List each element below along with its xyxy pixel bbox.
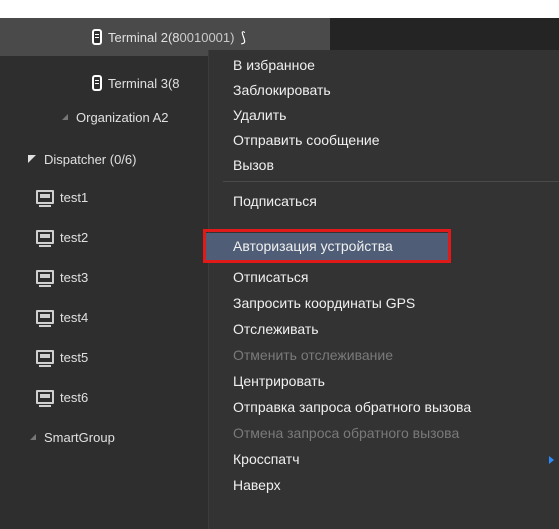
collapsed-triangle-icon[interactable]	[62, 114, 68, 120]
menu-item-center[interactable]: Центрировать	[209, 370, 559, 394]
collapsed-triangle-icon[interactable]	[30, 434, 36, 440]
menu-item-call[interactable]: Вызов	[209, 154, 559, 178]
submenu-arrow-icon	[549, 456, 554, 464]
tree-item-label: test1	[60, 189, 89, 205]
menu-item-block[interactable]: Заблокировать	[209, 79, 559, 103]
annotation-highlight-box	[203, 229, 451, 263]
menu-item-request-gps[interactable]: Запросить координаты GPS	[209, 292, 559, 316]
menu-item-label: Отправка запроса обратного вызова	[233, 399, 472, 415]
tree-item-label: test4	[60, 309, 89, 325]
tree-item-label: Terminal 2(8	[108, 29, 180, 45]
pc-icon	[36, 190, 54, 207]
menu-separator	[223, 181, 559, 182]
menu-item-label: Отправить сообщение	[233, 132, 380, 148]
menu-item-label: Удалить	[233, 107, 287, 123]
menu-item-label: Отписаться	[233, 269, 309, 285]
menu-item-label: Кросспатч	[233, 451, 300, 467]
pc-icon	[36, 270, 54, 287]
menu-item-label: В избранное	[233, 57, 315, 73]
phone-icon	[92, 75, 102, 91]
menu-item-delete[interactable]: Удалить	[209, 104, 559, 128]
menu-item-label: Заблокировать	[233, 82, 331, 98]
tree-item-label: Organization A2	[76, 109, 169, 125]
tree-item-label: Terminal 3(8	[108, 75, 180, 91]
menu-item-subscribe[interactable]: Подписаться	[209, 190, 559, 214]
menu-item-add-favorite[interactable]: В избранное	[209, 54, 559, 78]
pc-icon	[36, 350, 54, 367]
menu-item-label: Подписаться	[233, 193, 317, 209]
pc-icon	[36, 390, 54, 407]
menu-item-crosspatch[interactable]: Кросспатч	[209, 448, 559, 472]
tree-item-label: test3	[60, 269, 89, 285]
menu-item-label: Наверх	[233, 477, 281, 493]
rss-icon: ⟆	[240, 28, 246, 45]
menu-item-label: Отслеживать	[233, 321, 319, 337]
menu-item-track[interactable]: Отслеживать	[209, 318, 559, 342]
top-band	[0, 0, 559, 18]
menu-item-cancel-tracking[interactable]: Отменить отслеживание	[209, 344, 559, 368]
menu-item-label: Отменить отслеживание	[233, 347, 393, 363]
menu-item-send-message[interactable]: Отправить сообщение	[209, 129, 559, 153]
menu-item-unsubscribe[interactable]: Отписаться	[209, 266, 559, 290]
tree-item-label-extra: 0010001)	[179, 29, 235, 45]
tree-item-label: test2	[60, 229, 89, 245]
expanded-triangle-icon[interactable]	[28, 155, 36, 163]
tree-item-label: SmartGroup	[44, 429, 115, 445]
tree-item-label: test6	[60, 389, 89, 405]
menu-item-cancel-callback-request[interactable]: Отмена запроса обратного вызова	[209, 422, 559, 446]
menu-item-label: Центрировать	[233, 373, 325, 389]
tree-item-label: Dispatcher (0/6)	[44, 151, 137, 167]
menu-item-label: Запросить координаты GPS	[233, 295, 416, 311]
menu-item-send-callback-request[interactable]: Отправка запроса обратного вызова	[209, 396, 559, 420]
pc-icon	[36, 230, 54, 247]
pc-icon	[36, 310, 54, 327]
tree-item-label: test5	[60, 349, 89, 365]
context-menu: В избранное Заблокировать Удалить Отправ…	[203, 50, 559, 529]
menu-item-move-top[interactable]: Наверх	[209, 474, 559, 498]
menu-item-label: Отмена запроса обратного вызова	[233, 425, 460, 441]
menu-item-label: Вызов	[233, 157, 274, 173]
phone-icon	[92, 29, 102, 45]
